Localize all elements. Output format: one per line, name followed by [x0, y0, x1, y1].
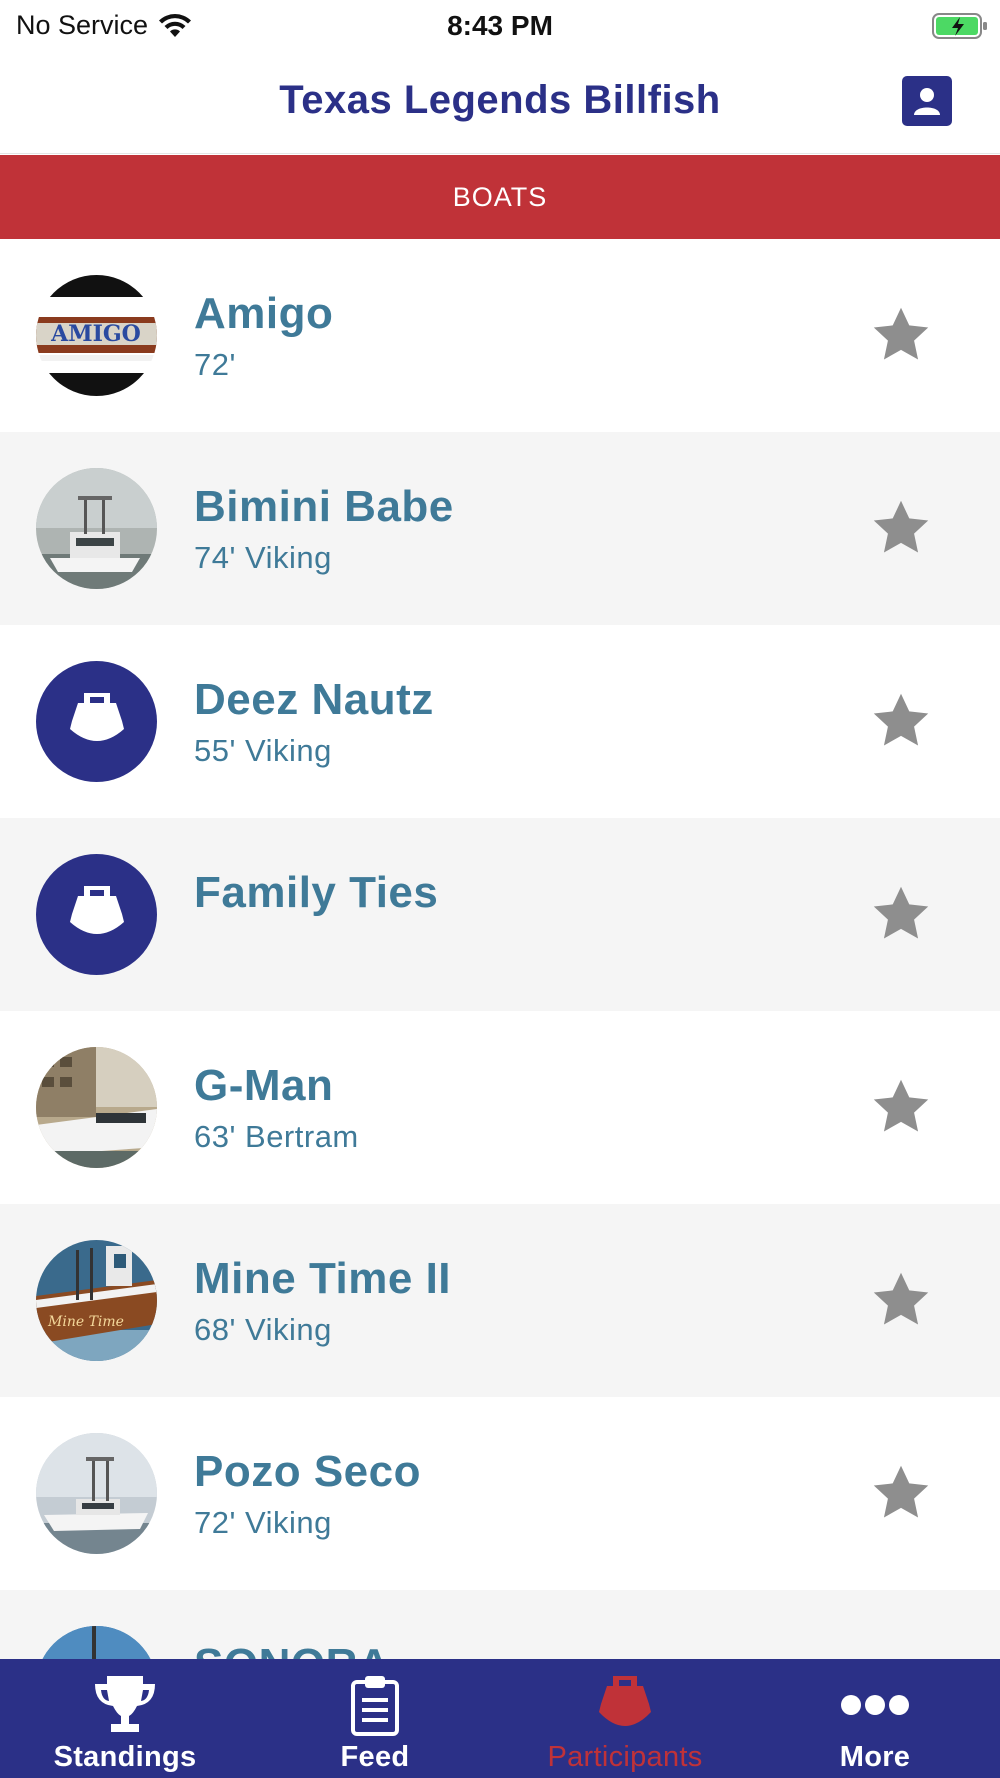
boat-photo: Mine Time — [36, 1240, 157, 1361]
battery-charging-icon — [932, 13, 987, 39]
tab-standings[interactable]: Standings — [0, 1659, 250, 1778]
boat-detail: 63' Bertram — [194, 1119, 359, 1154]
boat-name: SONORA — [194, 1640, 390, 1659]
favorite-star-icon[interactable] — [868, 496, 934, 560]
boat-name: Deez Nautz — [194, 675, 434, 724]
favorite-star-icon[interactable] — [868, 1461, 934, 1525]
section-header-boats: BOATS — [0, 155, 1000, 239]
list-item[interactable]: AMIGO Amigo 72' — [0, 239, 1000, 432]
favorite-star-icon[interactable] — [868, 882, 934, 946]
boat-photo — [36, 468, 157, 589]
favorite-star-icon[interactable] — [868, 1075, 934, 1139]
boat-detail: 74' Viking — [194, 540, 332, 575]
boat-photo — [36, 1047, 157, 1168]
boat-photo — [36, 1433, 157, 1554]
boat-placeholder-icon — [69, 692, 124, 741]
tab-more[interactable]: More — [750, 1659, 1000, 1778]
list-item[interactable]: SONORA — [0, 1590, 1000, 1659]
boat-list[interactable]: AMIGO Amigo 72' Bimini Babe 74' Viking D… — [0, 239, 1000, 1659]
boat-name: Bimini Babe — [194, 482, 454, 531]
boat-detail: 68' Viking — [194, 1312, 332, 1347]
clock: 8:43 PM — [447, 10, 553, 41]
boat-icon — [599, 1676, 651, 1726]
svg-text:Mine Time: Mine Time — [47, 1314, 124, 1330]
section-title: BOATS — [452, 181, 548, 212]
page-title: Texas Legends Billfish — [279, 78, 721, 122]
boat-name: G-Man — [194, 1061, 334, 1110]
boat-placeholder-avatar — [36, 854, 157, 975]
boat-name: Amigo — [194, 289, 334, 338]
trophy-icon — [95, 1676, 155, 1732]
tab-label: More — [839, 1741, 911, 1773]
boat-detail: 72' Viking — [194, 1505, 332, 1540]
boat-photo — [36, 1626, 157, 1659]
navigation-bar: Texas Legends Billfish — [0, 52, 1000, 154]
tab-label: Feed — [340, 1741, 410, 1773]
list-item[interactable]: Mine Time Mine Time II 68' Viking — [0, 1204, 1000, 1397]
list-item[interactable]: Bimini Babe 74' Viking — [0, 432, 1000, 625]
bottom-tab-bar: Standings Feed Participants More — [0, 1659, 1000, 1778]
boat-placeholder-avatar — [36, 661, 157, 782]
boat-photo: AMIGO — [36, 275, 157, 396]
list-item[interactable]: Deez Nautz 55' Viking — [0, 625, 1000, 818]
boat-name: Mine Time II — [194, 1254, 452, 1303]
favorite-star-icon[interactable] — [868, 1268, 934, 1332]
tab-feed[interactable]: Feed — [250, 1659, 500, 1778]
profile-button[interactable] — [902, 76, 952, 126]
clipboard-icon — [351, 1676, 399, 1736]
favorite-star-icon[interactable] — [868, 689, 934, 753]
boat-detail: 55' Viking — [194, 733, 332, 768]
list-item[interactable]: Pozo Seco 72' Viking — [0, 1397, 1000, 1590]
status-bar: No Service 8:43 PM — [0, 0, 1000, 52]
list-item[interactable]: Family Ties — [0, 818, 1000, 1011]
list-item[interactable]: G-Man 63' Bertram — [0, 1011, 1000, 1204]
tab-participants[interactable]: Participants — [500, 1659, 750, 1778]
favorite-star-icon[interactable] — [868, 303, 934, 367]
tab-label: Participants — [547, 1741, 703, 1773]
svg-text:AMIGO: AMIGO — [50, 321, 141, 347]
tab-label: Standings — [53, 1741, 197, 1773]
boat-placeholder-icon — [69, 885, 124, 934]
boat-name: Family Ties — [194, 868, 439, 917]
boat-name: Pozo Seco — [194, 1447, 421, 1496]
person-icon — [914, 88, 940, 115]
more-dots-icon — [841, 1695, 909, 1715]
boat-detail: 72' — [194, 347, 236, 382]
